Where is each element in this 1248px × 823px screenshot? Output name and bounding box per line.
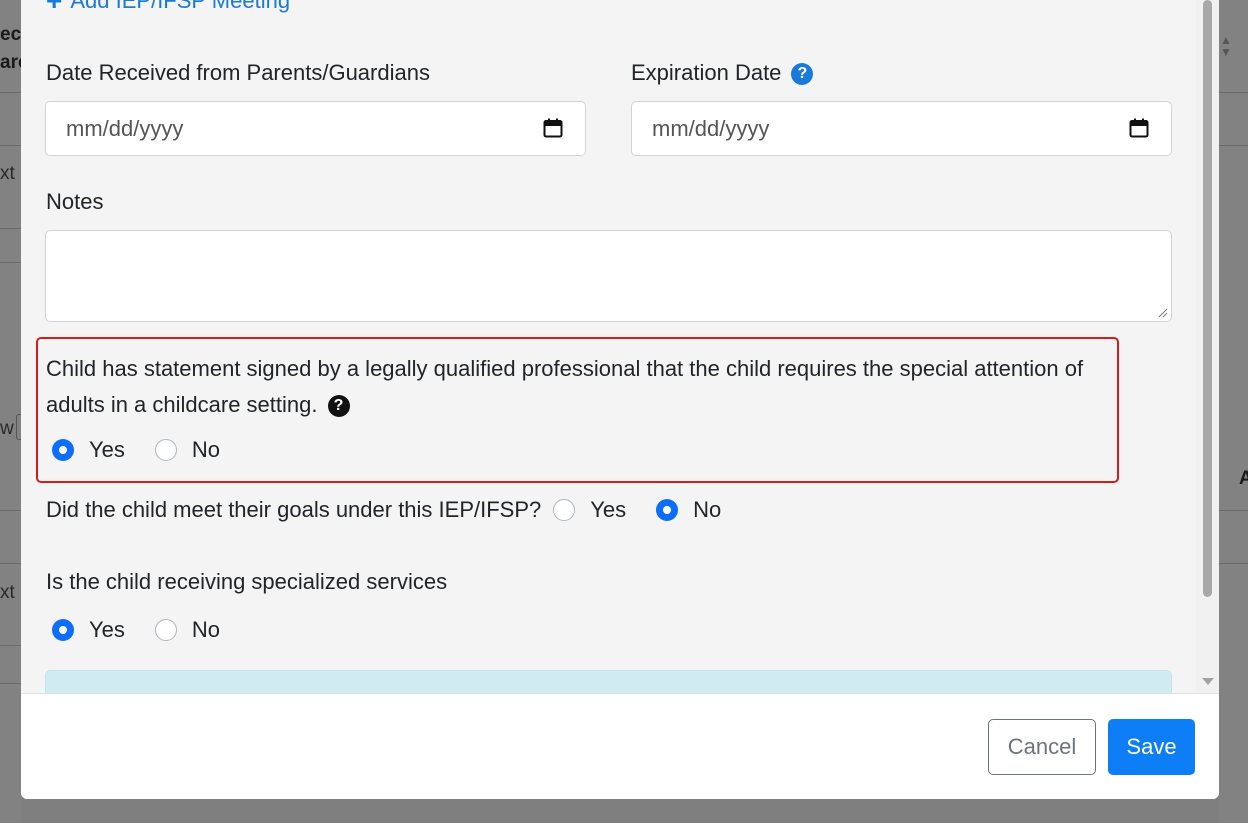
- info-alert: [45, 670, 1172, 693]
- services-no-radio[interactable]: [154, 619, 177, 641]
- background-page-right: ▲ ▼ A: [1219, 0, 1248, 823]
- services-yes-label[interactable]: Yes: [89, 617, 125, 643]
- notes-textarea[interactable]: [45, 230, 1172, 322]
- statement-yes-label[interactable]: Yes: [89, 437, 125, 463]
- statement-no-radio[interactable]: [154, 439, 177, 461]
- services-radio-group: Yes No: [52, 617, 250, 643]
- iep-modal: + Add IEP/IFSP Meeting Date Received fro…: [21, 0, 1219, 799]
- goals-question: Did the child meet their goals under thi…: [46, 497, 542, 522]
- statement-no-label[interactable]: No: [192, 437, 220, 463]
- notes-label: Notes: [46, 189, 104, 214]
- goals-no-radio[interactable]: [656, 499, 679, 521]
- date-received-placeholder: mm/dd/yyyy: [66, 116, 184, 141]
- bg-text-fragment: A: [1239, 468, 1248, 489]
- scroll-down-arrow-icon[interactable]: [1202, 678, 1214, 685]
- statement-yes-radio[interactable]: [52, 439, 74, 461]
- bg-text-fragment: xt: [0, 582, 15, 603]
- expiration-date-label: Expiration Date?: [631, 59, 814, 87]
- add-meeting-link[interactable]: + Add IEP/IFSP Meeting: [46, 0, 291, 16]
- modal-scrollbar[interactable]: [1196, 0, 1219, 693]
- statement-question: Child has statement signed by a legally …: [46, 356, 1084, 417]
- scrollbar-thumb[interactable]: [1203, 0, 1212, 597]
- goals-yes-label[interactable]: Yes: [590, 497, 626, 523]
- help-icon[interactable]: ?: [791, 63, 814, 85]
- help-icon[interactable]: ?: [327, 395, 350, 417]
- cancel-button[interactable]: Cancel: [988, 719, 1096, 775]
- calendar-icon[interactable]: [543, 118, 563, 138]
- modal-body: + Add IEP/IFSP Meeting Date Received fro…: [21, 0, 1196, 693]
- sort-icon: ▲ ▼: [1220, 33, 1232, 59]
- date-received-input[interactable]: mm/dd/yyyy: [45, 101, 586, 156]
- services-no-label[interactable]: No: [192, 617, 220, 643]
- bg-text-fragment: xt: [0, 163, 15, 184]
- calendar-icon[interactable]: [1129, 118, 1149, 138]
- plus-icon: +: [46, 0, 63, 16]
- goals-no-label[interactable]: No: [693, 497, 721, 523]
- expiration-date-input[interactable]: mm/dd/yyyy: [631, 101, 1172, 156]
- services-yes-radio[interactable]: [52, 619, 74, 641]
- resize-grip-icon[interactable]: [1158, 308, 1168, 318]
- services-question: Is the child receiving specialized servi…: [46, 569, 448, 594]
- bg-text-fragment: ece: [0, 24, 21, 45]
- bg-text-fragment: are: [0, 52, 21, 73]
- footer-divider: [21, 693, 1219, 694]
- statement-radio-group: Yes No: [52, 437, 250, 463]
- goals-row: Did the child meet their goals under thi…: [46, 497, 751, 523]
- goals-yes-radio[interactable]: [553, 499, 576, 521]
- date-received-label: Date Received from Parents/Guardians: [46, 60, 430, 85]
- save-button[interactable]: Save: [1108, 719, 1195, 775]
- bg-text-fragment: w: [0, 418, 14, 439]
- background-page-left: ece are xt w xt: [0, 0, 21, 823]
- add-meeting-label: Add IEP/IFSP Meeting: [70, 0, 291, 13]
- expiration-date-placeholder: mm/dd/yyyy: [652, 116, 770, 141]
